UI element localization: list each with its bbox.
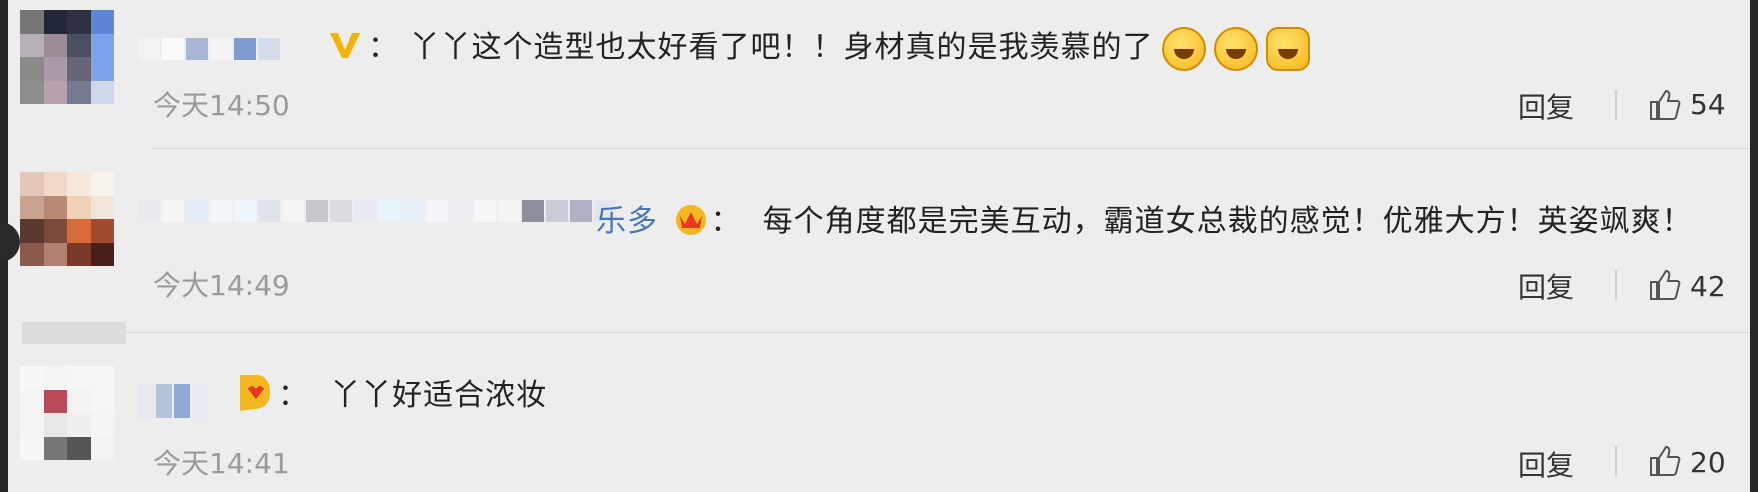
comment-time: 今天14:41 xyxy=(153,447,290,480)
thumbs-up-icon[interactable] xyxy=(1648,444,1682,478)
action-divider xyxy=(1615,270,1617,300)
avatar[interactable] xyxy=(20,366,114,460)
like-count: 20 xyxy=(1690,446,1726,479)
action-divider xyxy=(1615,90,1617,120)
username-blurred[interactable] xyxy=(138,198,618,224)
comment-text: 乐多 ： 每个角度都是完美互动，霸道女总裁的感觉！优雅大方！英姿飒爽！ xyxy=(596,196,1693,244)
action-divider xyxy=(1615,446,1617,476)
name-separator: ： xyxy=(278,378,309,413)
comment-time: 今大14:49 xyxy=(153,269,290,302)
laugh-cry-emoji xyxy=(1265,26,1310,71)
name-separator: ： xyxy=(710,204,742,239)
comment-body: 丫丫好适合浓妆 xyxy=(330,378,548,413)
like-count: 54 xyxy=(1690,88,1726,121)
thumbs-up-icon[interactable] xyxy=(1648,268,1682,302)
username-blurred[interactable] xyxy=(138,36,282,62)
comment-divider xyxy=(153,148,1750,149)
crown-badge-icon xyxy=(673,202,709,244)
avatar[interactable] xyxy=(20,172,114,266)
window-frame-right xyxy=(1750,0,1758,492)
reply-button[interactable]: 回复 xyxy=(1518,266,1574,306)
comment-divider xyxy=(30,332,1750,333)
laugh-cry-emoji xyxy=(1213,26,1258,71)
blurred-strip xyxy=(22,322,126,344)
fan-badge-icon xyxy=(236,371,272,423)
comment-list: ： 丫丫这个造型也太好看了吧！！身材真的是我羡慕的了 今天14:50 回复 54… xyxy=(8,0,1750,492)
comment-body: 每个角度都是完美互动，霸道女总裁的感觉！优雅大方！英姿飒爽！ xyxy=(762,204,1693,239)
thumbs-up-icon[interactable] xyxy=(1648,88,1682,122)
comment-text: ： 丫丫好适合浓妆 xyxy=(236,370,547,423)
comment-text: ： 丫丫这个造型也太好看了吧！！身材真的是我羡慕的了 xyxy=(328,22,1310,71)
comment-body: 丫丫这个造型也太好看了吧！！身材真的是我羡慕的了 xyxy=(409,30,1154,65)
laugh-cry-emoji xyxy=(1161,26,1206,71)
reply-button[interactable]: 回复 xyxy=(1518,444,1574,484)
username-blurred[interactable] xyxy=(138,384,210,418)
like-count: 42 xyxy=(1690,270,1726,303)
vip-badge-icon xyxy=(328,30,362,68)
username-suffix[interactable]: 乐多 xyxy=(596,204,658,239)
avatar[interactable] xyxy=(20,10,114,104)
comment-time: 今天14:50 xyxy=(153,89,290,122)
reply-button[interactable]: 回复 xyxy=(1518,86,1574,126)
name-separator: ： xyxy=(368,30,399,65)
